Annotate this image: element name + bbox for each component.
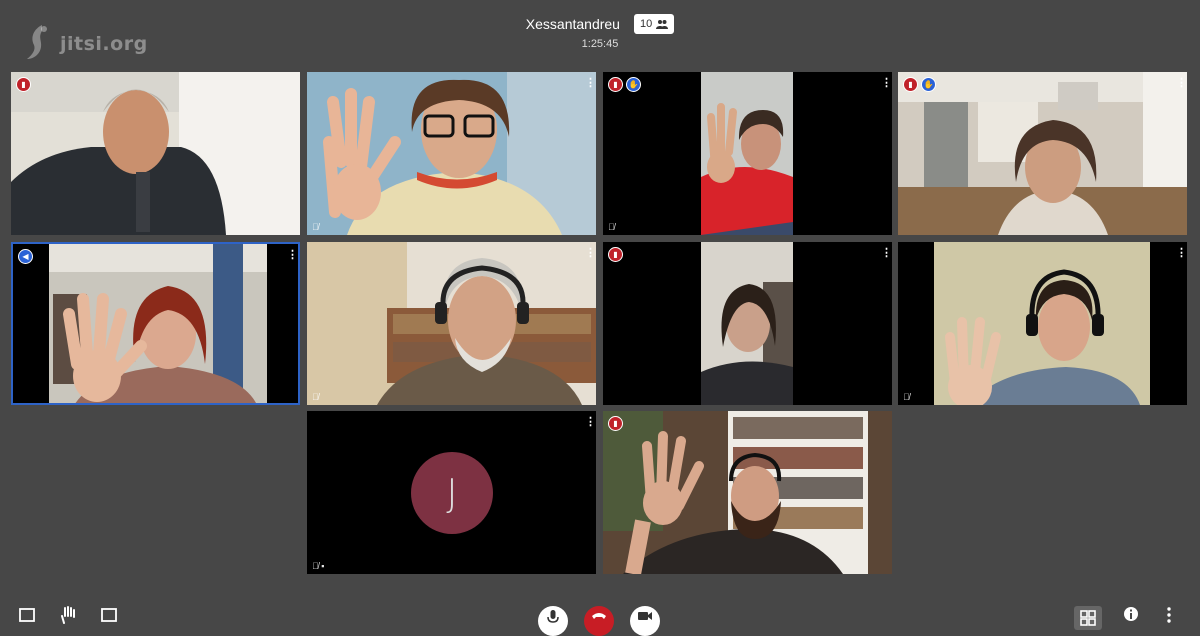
more-actions-button[interactable] [1160, 606, 1178, 624]
screen-share-button[interactable] [18, 606, 36, 624]
video-feed [11, 72, 300, 235]
video-tile-1[interactable]: ▮ [11, 72, 300, 235]
mic-muted-icon: 🎙̸ [903, 392, 910, 402]
raised-hand-icon: ✋ [626, 77, 641, 92]
tile-view-icon [1080, 610, 1096, 626]
info-button[interactable] [1122, 606, 1140, 624]
mic-muted-icon: 🎙̸ [608, 222, 615, 232]
tile-menu-icon[interactable]: ⋮ [1176, 76, 1187, 90]
connection-indicator-icon[interactable]: ▮ [608, 416, 623, 431]
tile-menu-icon[interactable]: ⋮ [585, 246, 596, 260]
video-tile-3[interactable]: ▮ ✋ 🎙̸ ⋮ [603, 72, 892, 235]
tile-menu-icon[interactable]: ⋮ [1176, 246, 1187, 260]
tile-menu-icon[interactable]: ⋮ [287, 248, 298, 262]
camera-button[interactable] [630, 606, 660, 636]
screen-share-icon [19, 608, 35, 622]
hangup-button[interactable] [584, 606, 614, 636]
toolbar-left [18, 606, 118, 624]
dominant-speaker-icon: ◀ [18, 249, 33, 264]
video-feed [307, 242, 596, 405]
more-icon [1167, 607, 1171, 623]
video-tile-2[interactable]: 🎙̸ ⋮ [307, 72, 596, 235]
video-tile-7[interactable]: ▮ ⋮ [603, 242, 892, 405]
conference-timer: 1:25:45 [581, 38, 619, 50]
microphone-button[interactable] [538, 606, 568, 636]
connection-indicator-icon[interactable]: ▮ [608, 77, 623, 92]
video-feed [603, 72, 892, 235]
participants-count: 10 [639, 18, 653, 30]
participants-icon [656, 20, 669, 29]
video-feed [898, 72, 1187, 235]
chat-button[interactable] [100, 606, 118, 624]
raise-hand-icon [61, 606, 75, 624]
hangup-icon [592, 613, 606, 619]
tile-view-button[interactable] [1074, 606, 1102, 630]
video-feed [898, 242, 1187, 405]
video-tile-4[interactable]: ▮ ✋ ⋮ [898, 72, 1187, 235]
raise-hand-button[interactable] [59, 606, 77, 624]
video-feed [603, 411, 892, 574]
info-icon [1124, 607, 1138, 621]
tile-menu-icon[interactable]: ⋮ [881, 246, 892, 260]
video-feed [603, 242, 892, 405]
camera-icon [638, 612, 652, 620]
tile-menu-icon[interactable]: ⋮ [585, 415, 596, 429]
toolbar-right [1074, 606, 1178, 630]
toolbar-center [538, 606, 660, 636]
video-tile-9-avatar[interactable]: J 🎙̸ ▪ ⋮ [307, 411, 596, 574]
video-tile-6[interactable]: 🎙̸ ⋮ [307, 242, 596, 405]
participants-count-button[interactable]: 10 [633, 14, 675, 34]
chat-icon [101, 608, 117, 622]
microphone-icon [547, 610, 559, 623]
video-feed [13, 244, 298, 403]
avatar: J [411, 452, 493, 534]
mic-muted-icon: 🎙̸ [312, 392, 319, 402]
mic-muted-icon: 🎙̸ [312, 222, 319, 232]
connection-indicator-icon[interactable]: ▮ [903, 77, 918, 92]
video-feed [307, 72, 596, 235]
conference-header: Xessantandreu 10 1:25:45 [0, 14, 1200, 50]
video-tile-5-dominant-speaker[interactable]: ◀ ⋮ [11, 242, 300, 405]
mic-and-camera-muted-icon: 🎙̸ ▪ [312, 561, 325, 571]
tile-menu-icon[interactable]: ⋮ [585, 76, 596, 90]
raised-hand-icon: ✋ [921, 77, 936, 92]
connection-indicator-icon[interactable]: ▮ [608, 247, 623, 262]
tile-menu-icon[interactable]: ⋮ [881, 76, 892, 90]
video-tile-8[interactable]: 🎙̸ ⋮ [898, 242, 1187, 405]
connection-indicator-icon[interactable]: ▮ [16, 77, 31, 92]
room-name: Xessantandreu [525, 16, 620, 32]
video-tile-10[interactable]: ▮ [603, 411, 892, 574]
